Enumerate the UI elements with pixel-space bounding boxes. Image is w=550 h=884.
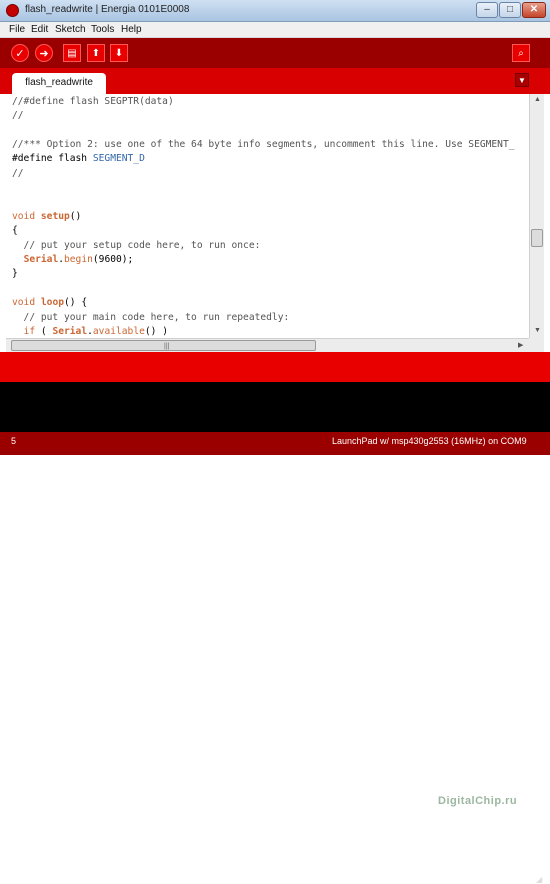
scroll-right-icon[interactable]: ▶ [518,341,523,349]
code-editor[interactable]: //#define flash SEGPTR(data) // //*** Op… [6,94,529,338]
horizontal-scroll-thumb[interactable]: ||| [11,340,316,351]
maximize-button[interactable]: □ [499,2,521,18]
loop-parens: () { [64,297,88,308]
open-sketch-button[interactable]: ⬆ [87,44,105,62]
begin-args: (9600); [92,254,134,265]
horizontal-scrollbar[interactable]: ||| ▶ [6,338,529,352]
serial-class: Serial [23,254,59,265]
resize-grip-icon[interactable]: ◢ [536,875,542,884]
menu-bar: File Edit Sketch Tools Help [0,22,550,38]
new-sketch-button[interactable]: ▤ [63,44,81,62]
minimize-button[interactable]: – [476,2,498,18]
code-line-if-available: if ( Serial.available() ) [12,326,168,337]
status-bar: 5 LaunchPad w/ msp430g2553 (16MHz) on CO… [0,432,550,884]
if-open: ( [35,326,53,337]
grip-icon: ||| [164,343,170,350]
code-line-close-brace: } [12,268,18,279]
serial-monitor-button[interactable]: ⌕ [512,44,530,62]
window-title: flash_readwrite | Energia 0101E0008 [25,4,190,15]
code-line-3: //*** Option 2: use one of the 64 byte i… [12,139,515,150]
code-line-setup-comment: // put your setup code here, to run once… [12,240,261,251]
define-directive: #define flash [12,153,93,164]
void-keyword: void [12,297,36,308]
available-parens: () ) [144,326,168,337]
tab-flash-readwrite[interactable]: flash_readwrite [12,73,106,94]
verify-button[interactable]: ✓ [11,44,29,62]
serial-class: Serial [52,326,88,337]
menu-tools[interactable]: Tools [91,24,114,35]
scroll-down-icon[interactable]: ▼ [534,327,541,334]
setup-parens: () [69,211,82,222]
available-method: available [92,326,145,337]
code-line-2: // [12,110,24,121]
board-port-info: LaunchPad w/ msp430g2553 (16MHz) on COM9 [332,436,527,446]
watermark-text: DigitalChip.ru [438,795,518,807]
code-line-loop-comment: // put your main code here, to run repea… [12,312,290,323]
save-sketch-button[interactable]: ⬇ [110,44,128,62]
scroll-up-icon[interactable]: ▲ [534,96,541,103]
loop-function-name: loop [40,297,64,308]
void-keyword: void [12,211,36,222]
if-keyword: if [23,326,36,337]
scroll-corner [529,338,544,352]
menu-help[interactable]: Help [121,24,142,35]
menu-edit[interactable]: Edit [31,24,48,35]
code-line-1: //#define flash SEGPTR(data) [12,96,174,107]
upload-button[interactable]: ➜ [35,44,53,62]
begin-method: begin [64,254,93,265]
code-line-setup-decl: void setup() [12,211,81,222]
code-line-serial-begin: Serial.begin(9600); [12,254,134,265]
console-output[interactable]: DigitalChip.ru [0,382,550,807]
vertical-scrollbar[interactable]: ▲ ▼ [529,94,544,338]
menu-sketch[interactable]: Sketch [55,24,86,35]
code-line-open-brace: { [12,225,18,236]
setup-function-name: setup [40,211,70,222]
toolbar: ✓ ➜ ▤ ⬆ ⬇ ⌕ [0,38,550,68]
close-button[interactable]: ✕ [522,2,546,18]
line-number: 5 [11,436,17,446]
menu-file[interactable]: File [9,24,25,35]
code-line-5: // [12,168,24,179]
code-line-4: #define flash SEGMENT_D [12,153,145,164]
vertical-scroll-thumb[interactable] [531,229,543,247]
message-area [0,352,550,382]
segment-constant: SEGMENT_D [92,153,145,164]
title-bar: flash_readwrite | Energia 0101E0008 – □ … [0,0,550,22]
energia-app-icon [6,4,19,17]
code-line-loop-decl: void loop() { [12,297,87,308]
tab-bar: flash_readwrite ▼ [0,68,550,94]
tab-menu-arrow-icon[interactable]: ▼ [515,73,529,87]
